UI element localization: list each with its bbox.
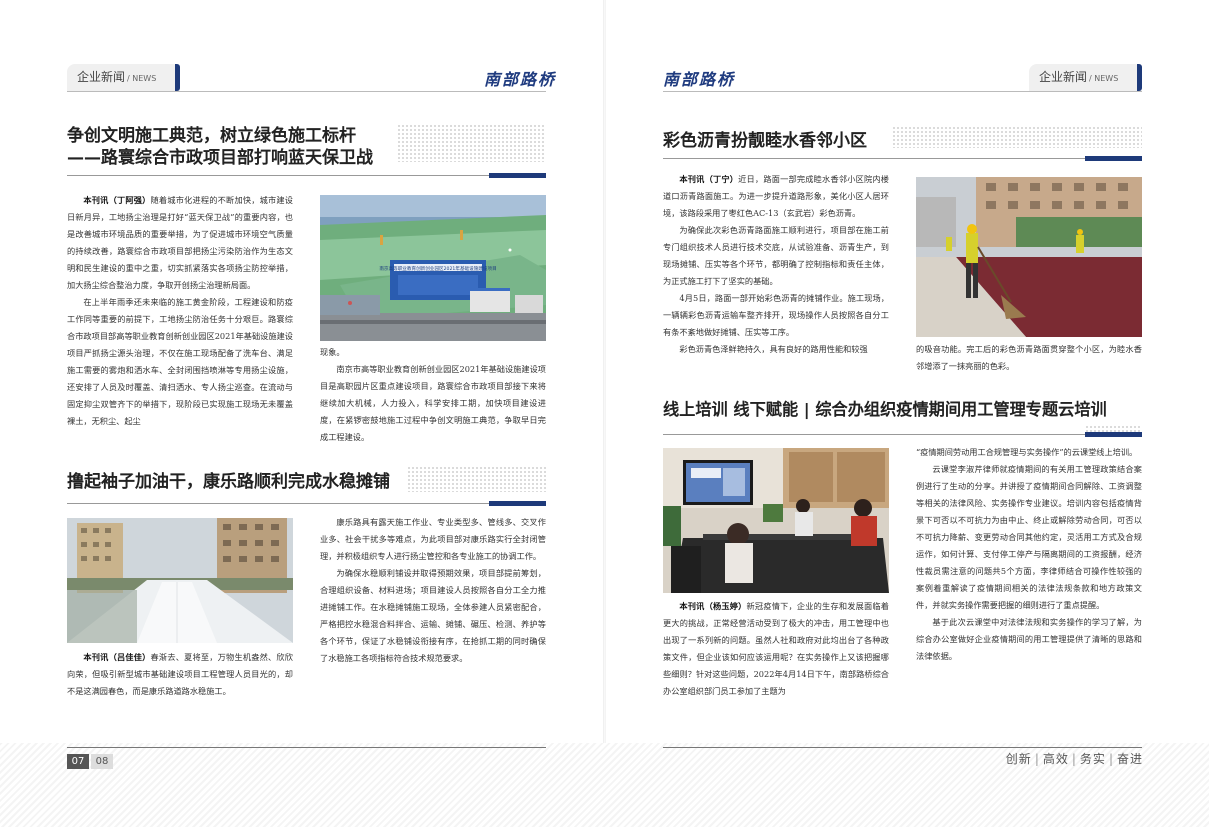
section-tab-en: / NEWS (1089, 74, 1119, 83)
article3-photo (916, 177, 1142, 337)
article3-col2-p1: 的吸音功能。完工后的彩色沥青路面贯穿整个小区，为睦水香邻增添了一抹亮丽的色彩。 (916, 344, 1142, 371)
article4-col2-p1: “疫情期间劳动用工合规管理与实务操作”的云课堂线上培训。 (916, 447, 1138, 457)
article1-col1-p2: 在上半年雨季还未来临的施工黄金阶段，工程建设和防疫工作同等重要的前提下，工地扬尘… (67, 297, 293, 426)
article3-col1-p2: 为确保此次彩色沥青路面施工顺利进行，项目部在施工前专门组织技术人员进行技术交底，… (663, 225, 889, 286)
motto-word: 创新 (1005, 752, 1032, 766)
article1-col1-p1: 随着城市化进程的不断加快，城市建设日新月异，工地扬尘治理是打好“蓝天保卫战”的重… (67, 195, 293, 290)
tab-accent-bar (175, 64, 180, 91)
magazine-spread: 企业新闻 / NEWS 南部路桥 争创文明施工典范，树立绿色施工标杆 ——路寰综合… (0, 0, 1209, 827)
article4-col1-p1: 新冠疫情下，企业的生存和发展面临着更大的挑战，正常经营活动受到了极大的冲击，用工… (663, 601, 889, 696)
tab-accent-bar (1137, 64, 1142, 91)
section-tab-en: / NEWS (127, 74, 157, 83)
article4-byline: 本刊讯（杨玉婷） (679, 601, 747, 611)
title-pattern (407, 466, 546, 492)
article3-col1-p4: 彩色沥青色泽鲜艳持久，具有良好的路用性能和较强 (679, 344, 868, 354)
article1-col2-p1: 现象。 (320, 347, 345, 357)
motto-word: 高效 (1042, 752, 1069, 766)
article4-col2-p2: 云课堂李淑芹律师就疫情期间的有关用工管理政策结合案例进行了生动的分享。并讲授了疫… (916, 464, 1142, 610)
article1-col2-p2: 南京市高等职业教育创新创业园区2021年基础设施建设项目是高职园片区重点建设项目… (320, 364, 546, 442)
article3-byline: 本刊讯（丁宁） (679, 174, 739, 184)
article3-col1-p3: 4月5日，路面一部开始彩色沥青的摊铺作业。施工现场，一辆辆彩色沥青运输车整齐排开… (663, 293, 889, 337)
article1-title-line2: ——路寰综合市政项目部打响蓝天保卫战 (67, 148, 373, 168)
article1-photo: 南京高等职业教育创新创业园区2021年基础设施建设项目 (320, 195, 546, 341)
article2-col2: 康乐路具有露天施工作业、专业类型多、管线多、交叉作业多、社会干扰多等难点，为此项… (320, 514, 546, 704)
article4-col2: “疫情期间劳动用工合规管理与实务操作”的云课堂线上培训。 云课堂李淑芹律师就疫情… (916, 444, 1142, 706)
section-tab-left: 企业新闻 / NEWS (67, 64, 180, 91)
article2-accent (489, 501, 546, 506)
title-pattern (397, 124, 546, 162)
training-meeting-image (663, 448, 889, 593)
article2-col1: 本刊讯（吕佳佳）春渐去、夏将至，万物生机盎然、欣欣向荣，但吸引新型城市基础建设项… (67, 649, 293, 709)
road-paving-image (67, 518, 293, 643)
article2-col2-p2: 为确保水稳顺利铺设并取得预期效果，项目部提前筹划，合理组织设备、材料进场；项目建… (320, 568, 546, 663)
page-number-current: 07 (67, 754, 89, 769)
site-sign-text: 南京高等职业教育创新创业园区2021年基础设施建设项目 (379, 265, 496, 272)
article4-title: 线上培训 线下赋能 | 综合办组织疫情期间用工管理专题云培训 (663, 400, 1107, 419)
section-tab-label: 企业新闻 (77, 70, 126, 84)
article3-accent (1085, 156, 1142, 161)
title-pattern (892, 126, 1142, 148)
article2-byline: 本刊讯（吕佳佳） (83, 652, 151, 662)
article3-title: 彩色沥青扮靓睦水香邻小区 (663, 131, 867, 151)
article4-accent (1085, 432, 1142, 437)
article4-col1: 本刊讯（杨玉婷）新冠疫情下，企业的生存和发展面临着更大的挑战，正常经营活动受到了… (663, 598, 889, 706)
brand-logo-left: 南部路桥 (484, 70, 557, 89)
motto-word: 务实 (1079, 752, 1106, 766)
article1-col1: 本刊讯（丁阿强）随着城市化进程的不断加快，城市建设日新月异，工地扬尘治理是打好“… (67, 192, 293, 442)
article2-photo (67, 518, 293, 643)
asphalt-paving-image (916, 177, 1142, 337)
article4-col2-p3: 基于此次云课堂中对法律法规和实务操作的学习了解，为综合办公室做好企业疫情期间的用… (916, 617, 1142, 661)
footer-rule-left (67, 747, 546, 748)
article3-col1: 本刊讯（丁宁）近日，路面一部完成睦水香邻小区院内楼道口沥青路面施工。为进一步提升… (663, 171, 889, 376)
article2-title: 撸起袖子加油干，康乐路顺利完成水稳摊铺 (67, 472, 390, 492)
article3-col2: 的吸音功能。完工后的彩色沥青路面贯穿整个小区，为睦水香邻增添了一抹亮丽的色彩。 (916, 341, 1142, 377)
page-number-next: 08 (91, 754, 113, 769)
article4-photo (663, 448, 889, 593)
article1-col2: 现象。 南京市高等职业教育创新创业园区2021年基础设施建设项目是高职园片区重点… (320, 344, 546, 446)
page-spine (603, 0, 606, 827)
article1-rule (67, 175, 546, 176)
article2-col2-p1: 康乐路具有露天施工作业、专业类型多、管线多、交叉作业多、社会干扰多等难点，为此项… (320, 517, 546, 561)
footer-motto: 创新 | 高效 | 务实 | 奋进 (1005, 752, 1143, 766)
construction-site-image: 南京高等职业教育创新创业园区2021年基础设施建设项目 (320, 195, 546, 341)
brand-logo-right: 南部路桥 (663, 70, 736, 89)
motto-word: 奋进 (1116, 752, 1143, 766)
footer-rule-right (663, 747, 1142, 748)
section-tab-label: 企业新闻 (1039, 70, 1088, 84)
section-tab-right: 企业新闻 / NEWS (1029, 64, 1142, 91)
article1-accent (489, 173, 546, 178)
header-rule-left (67, 91, 546, 92)
article2-rule (67, 503, 546, 504)
article3-rule (663, 158, 1142, 159)
article1-byline: 本刊讯（丁阿强） (83, 195, 151, 205)
article4-rule (663, 434, 1142, 435)
header-rule-right (663, 91, 1142, 92)
